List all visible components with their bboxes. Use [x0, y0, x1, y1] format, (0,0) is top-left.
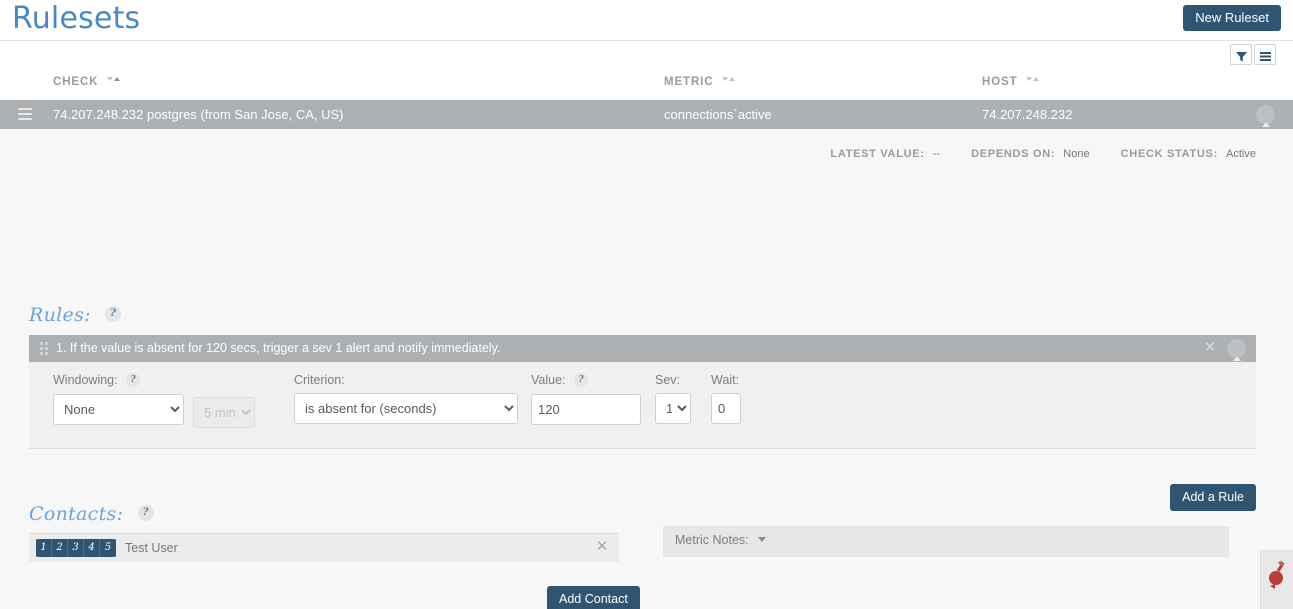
metric-notes-label: Metric Notes:: [675, 533, 749, 547]
contact-severity-badges: 1 2 3 4 5: [36, 539, 116, 557]
metric-notes-panel[interactable]: Metric Notes:: [663, 526, 1229, 557]
severity-badge-2[interactable]: 2: [52, 539, 68, 557]
criterion-select[interactable]: is absent for (seconds): [294, 393, 518, 424]
row-collapse-button[interactable]: [1256, 105, 1275, 127]
page-title: Rulesets: [12, 1, 141, 36]
row-menu-icon[interactable]: [18, 108, 32, 120]
windowing-label: Windowing: ?: [53, 372, 184, 388]
value-label: Value: ?: [531, 372, 641, 388]
window-size-field: 5 mins: [193, 397, 255, 428]
contact-list-item: 1 2 3 4 5 Test User ✕: [29, 533, 619, 562]
column-header-host-label: HOST: [982, 76, 1018, 88]
cell-host: 74.207.248.232: [982, 107, 1073, 122]
new-ruleset-button[interactable]: New Ruleset: [1183, 5, 1281, 31]
severity-badge-4[interactable]: 4: [84, 539, 100, 557]
meta-check-status-value: Active: [1226, 148, 1256, 160]
rule-editor: Windowing: ? None 5 mins Criterion: is a…: [29, 362, 1256, 449]
drag-handle-icon[interactable]: [40, 342, 49, 355]
column-header-check-label: CHECK: [53, 76, 99, 88]
feedback-widget-button[interactable]: [1260, 550, 1293, 609]
value-help-icon[interactable]: ?: [574, 372, 588, 387]
contact-name: Test User: [125, 541, 178, 555]
cell-metric: connections`active: [664, 107, 772, 122]
column-header-metric-label: METRIC: [664, 76, 714, 88]
wait-input[interactable]: [711, 393, 741, 424]
filter-icon[interactable]: [1230, 44, 1252, 65]
criterion-label: Criterion:: [294, 373, 345, 387]
list-toolbar: [0, 41, 1293, 67]
close-icon[interactable]: ✕: [1202, 340, 1218, 356]
wait-field: Wait:: [711, 373, 741, 424]
remove-contact-icon[interactable]: ✕: [593, 538, 611, 556]
meta-latest-value-value: --: [932, 148, 941, 160]
add-rule-button[interactable]: Add a Rule: [1170, 484, 1256, 511]
rulesets-page: Rulesets New Ruleset CHECK METRIC HOST 7…: [0, 0, 1293, 609]
chevron-up-icon: [1262, 107, 1270, 127]
ruleset-detail-panel: LATEST VALUE: -- DEPENDS ON: None CHECK …: [0, 129, 1293, 609]
windowing-label-text: Windowing:: [53, 373, 118, 387]
wait-label: Wait:: [711, 373, 740, 387]
contacts-title-label: Contacts:: [29, 503, 124, 525]
value-field: Value: ?: [531, 372, 641, 425]
meta-check-status-label: CHECK STATUS:: [1120, 148, 1218, 160]
column-header-check[interactable]: CHECK: [53, 76, 120, 88]
meta-depends-on-value: None: [1063, 148, 1090, 160]
table-row[interactable]: 74.207.248.232 postgres (from San Jose, …: [0, 100, 1293, 129]
sort-arrows-icon[interactable]: [721, 75, 735, 87]
column-header-host[interactable]: HOST: [982, 76, 1039, 88]
value-input[interactable]: [531, 393, 641, 425]
rule-summary-text: 1. If the value is absent for 120 secs, …: [56, 341, 501, 355]
contacts-section-title: Contacts: ?: [29, 503, 154, 525]
contacts-help-icon[interactable]: ?: [137, 505, 154, 521]
windowing-help-icon[interactable]: ?: [126, 372, 141, 387]
windowing-field: Windowing: ? None: [53, 372, 184, 425]
value-label-text: Value:: [531, 373, 566, 387]
rule-collapse-button[interactable]: [1227, 339, 1246, 361]
sev-label: Sev:: [655, 373, 681, 387]
sort-arrows-icon[interactable]: [106, 75, 120, 87]
ruleset-meta: LATEST VALUE: -- DEPENDS ON: None CHECK …: [830, 148, 1256, 160]
windowing-select[interactable]: None: [53, 393, 184, 425]
meta-check-status: CHECK STATUS: Active: [1121, 148, 1256, 160]
chevron-up-icon: [1233, 341, 1241, 361]
rules-title-label: Rules:: [29, 304, 91, 326]
severity-badge-5[interactable]: 5: [100, 539, 116, 557]
meta-depends-on: DEPENDS ON: None: [971, 148, 1093, 160]
metric-notes-label-wrap: Metric Notes:: [675, 533, 767, 547]
cell-check: 74.207.248.232 postgres (from San Jose, …: [53, 107, 344, 122]
sev-field: Sev: 1: [655, 373, 691, 424]
table-header: CHECK METRIC HOST: [0, 67, 1293, 100]
severity-badge-3[interactable]: 3: [68, 539, 84, 557]
rules-section-title: Rules: ?: [29, 304, 122, 326]
page-header: Rulesets New Ruleset: [0, 0, 1293, 41]
meta-latest-value-label: LATEST VALUE:: [830, 148, 925, 160]
list-icon[interactable]: [1254, 44, 1276, 65]
rules-help-icon[interactable]: ?: [105, 306, 122, 322]
window-size-select[interactable]: 5 mins: [193, 397, 255, 428]
meta-latest-value: LATEST VALUE: --: [830, 148, 943, 160]
column-header-metric[interactable]: METRIC: [664, 76, 735, 88]
rule-summary-bar[interactable]: 1. If the value is absent for 120 secs, …: [29, 335, 1256, 362]
criterion-field: Criterion: is absent for (seconds): [294, 373, 518, 424]
meta-depends-on-label: DEPENDS ON:: [971, 148, 1056, 160]
add-contact-button[interactable]: Add Contact: [547, 586, 640, 609]
chevron-down-icon[interactable]: [758, 537, 767, 543]
sort-arrows-icon[interactable]: [1025, 75, 1039, 87]
severity-badge-1[interactable]: 1: [36, 539, 52, 557]
sev-select[interactable]: 1: [655, 393, 691, 424]
